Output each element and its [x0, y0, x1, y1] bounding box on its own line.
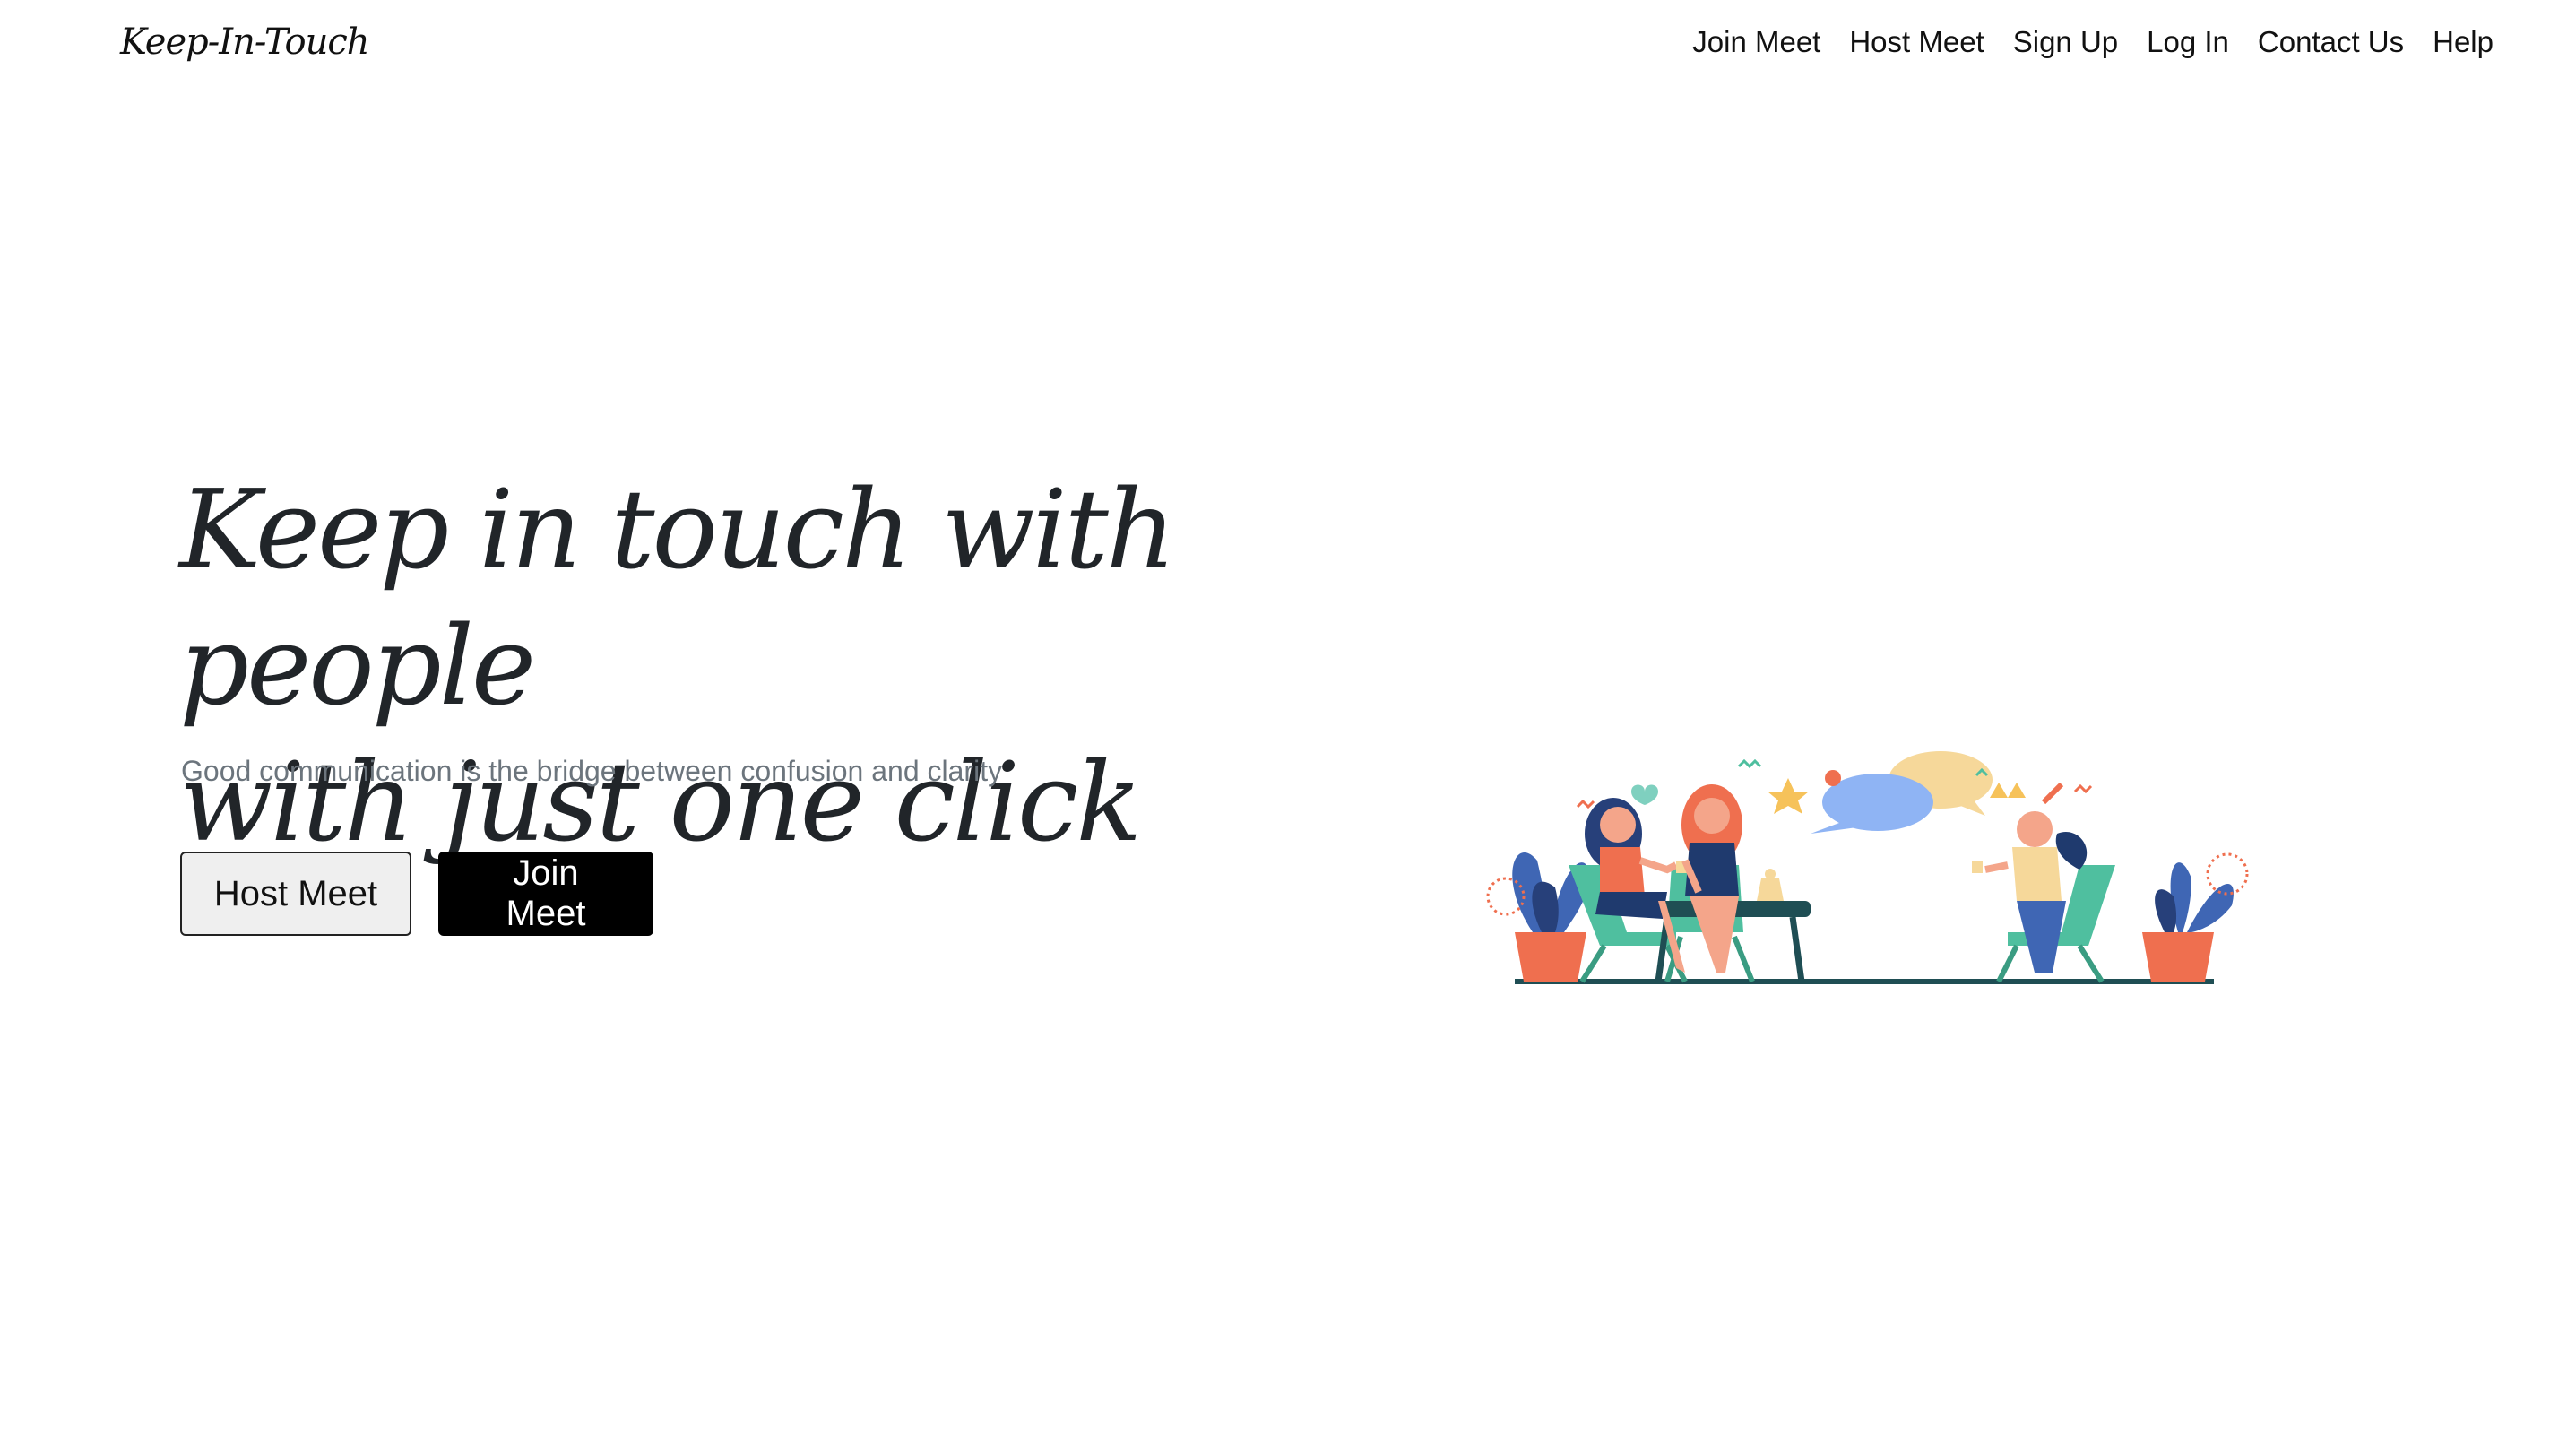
- brand-logo[interactable]: Keep-In-Touch: [120, 22, 370, 63]
- friends-meeting-illustration: [1486, 751, 2249, 984]
- hero-subtitle: Good communication is the bridge between…: [181, 755, 1003, 787]
- host-meet-button[interactable]: Host Meet: [180, 852, 411, 936]
- nav-help[interactable]: Help: [2433, 25, 2494, 59]
- nav-sign-up[interactable]: Sign Up: [2013, 25, 2118, 59]
- person-right-icon: [1972, 811, 2088, 973]
- hero-title-line1: Keep in touch with people: [179, 466, 1176, 730]
- nav-join-meet[interactable]: Join Meet: [1692, 25, 1820, 59]
- nav-contact-us[interactable]: Contact Us: [2258, 25, 2404, 59]
- right-plant-icon: [2142, 852, 2249, 982]
- top-navigation: Join Meet Host Meet Sign Up Log In Conta…: [1692, 25, 2494, 59]
- hero-title: Keep in touch with people with just one …: [179, 462, 1344, 870]
- nav-log-in[interactable]: Log In: [2147, 25, 2229, 59]
- speech-bubbles-icon: [1811, 751, 1993, 834]
- person-middle-icon: [1681, 784, 1742, 973]
- join-meet-button[interactable]: Join Meet: [438, 852, 653, 936]
- nav-host-meet[interactable]: Host Meet: [1849, 25, 1984, 59]
